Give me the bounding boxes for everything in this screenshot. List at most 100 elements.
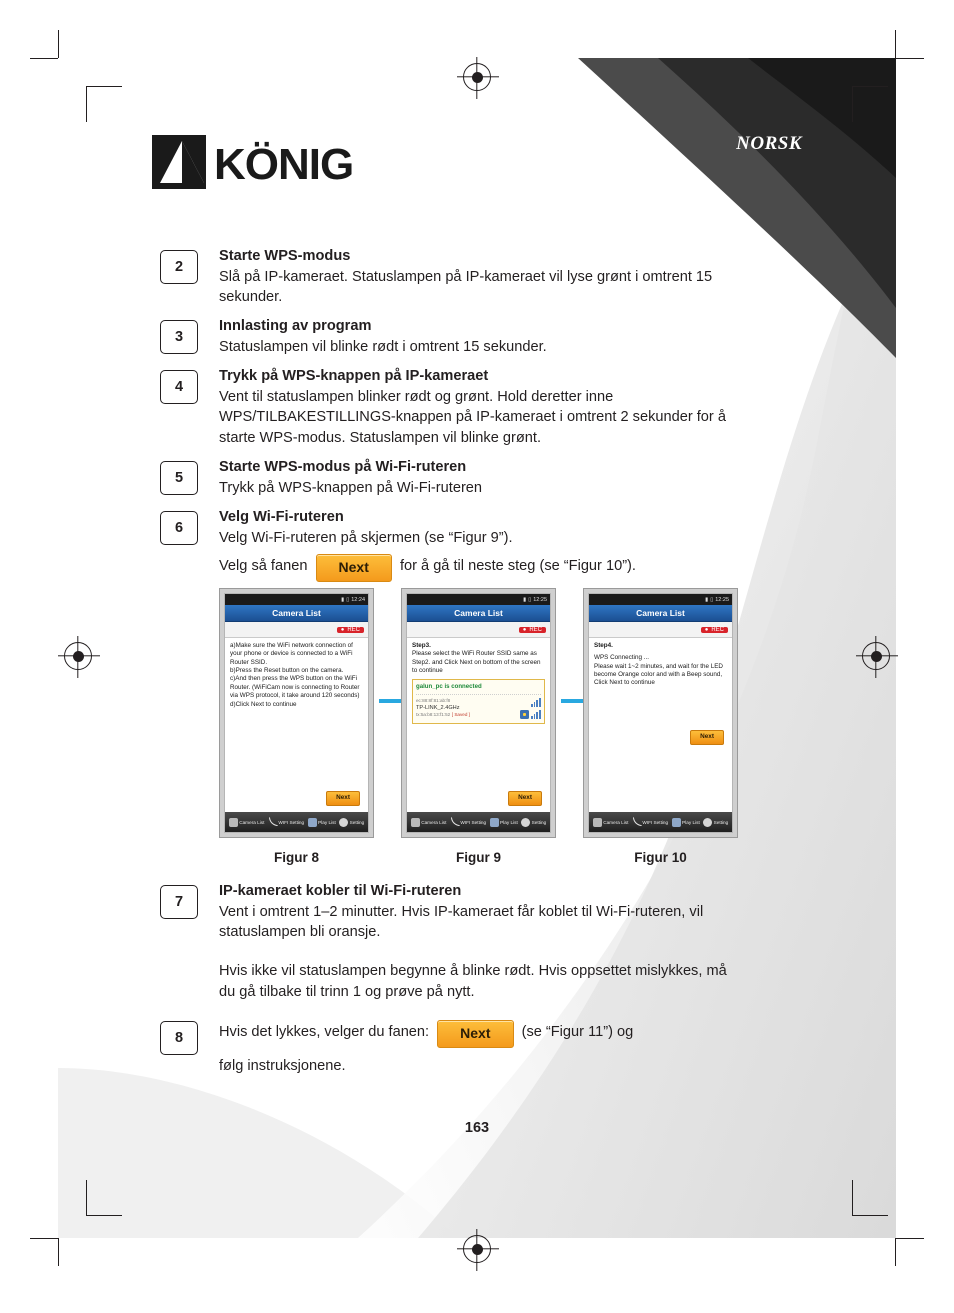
phone-next-button[interactable]: Next — [508, 791, 542, 806]
brand-logo: KÖNIG — [152, 131, 382, 193]
konig-logo-mark: KÖNIG — [152, 135, 354, 189]
tab-wifi-setting[interactable]: WIFI Setting — [632, 816, 669, 827]
tab-camera-list[interactable]: Camera List — [410, 817, 447, 827]
status-time: 12:24 — [351, 596, 365, 603]
registration-mark-left — [64, 642, 92, 670]
rec-label: REC — [529, 626, 542, 633]
record-dot-icon: ● — [340, 626, 345, 633]
gear-icon — [521, 817, 531, 827]
gear-icon — [339, 817, 349, 827]
step-number-3: 3 — [160, 320, 198, 354]
ssid-saved-badge: [ Saved ] — [451, 711, 470, 717]
step-text: Vent i omtrent 1–2 minutter. Hvis IP-kam… — [219, 903, 704, 941]
step-body-7: IP-kameraet kobler til Wi-Fi-ruteren Ven… — [219, 881, 739, 1003]
step-8-text-after: (se “Figur 11”) og — [521, 1024, 634, 1040]
tab-play-list[interactable]: Play List — [671, 817, 700, 827]
ssid-list: galun_pc is connected ec:88:8f:81:ab:f8 … — [412, 679, 545, 724]
tab-camera-list[interactable]: Camera List — [592, 817, 628, 827]
wifi-icon: ▮ — [523, 596, 527, 603]
crop-mark — [895, 30, 897, 58]
play-list-icon — [671, 817, 681, 827]
phone-screen: ▮ ▯ 12:25 Camera List ● REC Step4. WPS C… — [588, 593, 733, 833]
gear-icon — [703, 817, 713, 827]
ssid-list-item[interactable]: ec:88:8f:81:ab:f8 TP-LINK_2.4GHz tx:5a:b… — [416, 697, 541, 720]
app-title: Camera List — [589, 605, 732, 622]
step-text: Velg Wi-Fi-ruteren på skjermen (se “Figu… — [219, 529, 513, 546]
next-button[interactable]: Next — [437, 1020, 514, 1048]
figure-caption-8: Figur 8 — [273, 850, 319, 865]
wifi-icon: ▮ — [341, 596, 345, 603]
figure-group: ▮ ▯ 12:24 Camera List ● REC a)Make sure … — [219, 588, 739, 878]
toolbar: ● REC — [589, 622, 732, 638]
phone-next-button[interactable]: Next — [326, 791, 360, 806]
phone-screenshot-figur-10: ▮ ▯ 12:25 Camera List ● REC Step4. WPS C… — [583, 588, 738, 838]
lock-icon — [519, 709, 529, 719]
tab-label: Camera List — [421, 819, 447, 825]
phone-content: Step4. WPS Connecting ... Please wait 1~… — [589, 638, 732, 812]
instruction-line: Please select the WiFi Router SSID same … — [412, 650, 541, 675]
rec-badge[interactable]: ● REC — [700, 626, 728, 633]
step-title: Innlasting av program — [219, 318, 372, 334]
status-time: 12:25 — [715, 596, 729, 603]
crop-mark — [58, 30, 60, 58]
tab-label: WIFI Setting — [460, 819, 487, 825]
status-bar: ▮ ▯ 12:25 — [589, 594, 732, 605]
tab-play-list[interactable]: Play List — [489, 817, 518, 827]
camera-icon — [228, 817, 238, 827]
instruction-line: WPS Connecting ... — [594, 654, 649, 662]
step-number-8: 8 — [160, 1021, 198, 1055]
step-text: Statuslampen vil blinke rødt i omtrent 1… — [219, 338, 547, 355]
phone-screen: ▮ ▯ 12:25 Camera List ● REC Step3. Pleas… — [406, 593, 551, 833]
step-6-text-before: Velg så fanen — [219, 558, 308, 575]
camera-icon — [410, 817, 420, 827]
phone-next-button[interactable]: Next — [690, 730, 724, 745]
tab-wifi-setting[interactable]: WIFI Setting — [450, 816, 487, 827]
app-title: Camera List — [225, 605, 368, 622]
next-button[interactable]: Next — [315, 554, 392, 583]
step-8-line-2: følg instruksjonene. — [219, 1057, 346, 1074]
battery-icon: ▯ — [346, 596, 350, 603]
step-number-7: 7 — [160, 885, 198, 919]
step-title: Starte WPS-modus — [219, 248, 351, 264]
crop-mark — [86, 1215, 122, 1217]
tab-setting[interactable]: Setting — [521, 817, 546, 827]
crop-mark — [852, 1215, 888, 1217]
ssid-name: TP-LINK_2.4GHz — [416, 704, 460, 711]
rec-badge[interactable]: ● REC — [336, 626, 364, 633]
figure-caption-10: Figur 10 — [634, 850, 687, 865]
tab-setting[interactable]: Setting — [703, 817, 728, 827]
svg-text:KÖNIG: KÖNIG — [214, 140, 353, 189]
tab-label: Play List — [500, 819, 518, 825]
registration-mark-top — [463, 63, 491, 91]
step-8-text-before: Hvis det lykkes, velger du fanen: — [219, 1024, 430, 1040]
phone-content: Step3. Please select the WiFi Router SSI… — [407, 638, 550, 812]
tab-camera-list[interactable]: Camera List — [228, 817, 264, 827]
wifi-icon: ▮ — [705, 596, 709, 603]
wifi-icon — [450, 816, 460, 827]
wifi-icon — [632, 816, 642, 827]
crop-mark — [58, 1238, 60, 1266]
rec-badge[interactable]: ● REC — [518, 626, 546, 633]
step-number-6: 6 — [160, 511, 198, 545]
phone-content: a)Make sure the WiFi network connection … — [225, 638, 368, 812]
step-body-6: Velg Wi-Fi-ruteren Velg Wi-Fi-ruteren på… — [219, 507, 739, 583]
step-label: Step4. — [594, 642, 613, 649]
crop-mark — [30, 1238, 58, 1240]
instruction-line: c)And then press the WPS button on the W… — [230, 675, 360, 700]
tab-label: WIFI Setting — [642, 819, 669, 825]
tab-bar: Camera List WIFI Setting Play List Setti… — [407, 812, 550, 832]
battery-icon: ▯ — [710, 596, 714, 603]
step-text: Trykk på WPS-knappen på Wi-Fi-ruteren — [219, 479, 483, 496]
toolbar: ● REC — [407, 622, 550, 638]
record-dot-icon: ● — [522, 626, 527, 633]
step-number-5: 5 — [160, 461, 198, 495]
crop-mark — [895, 1238, 897, 1266]
ssid-connected-label: galun_pc is connected — [416, 683, 541, 695]
tab-setting[interactable]: Setting — [339, 817, 364, 827]
step-body-4: Trykk på WPS-knappen på IP-kameraet Vent… — [219, 366, 739, 449]
instruction-line: a)Make sure the WiFi network connection … — [230, 642, 353, 666]
tab-play-list[interactable]: Play List — [307, 817, 336, 827]
tab-wifi-setting[interactable]: WIFI Setting — [268, 816, 304, 827]
app-title: Camera List — [407, 605, 550, 622]
crop-mark — [852, 86, 888, 88]
